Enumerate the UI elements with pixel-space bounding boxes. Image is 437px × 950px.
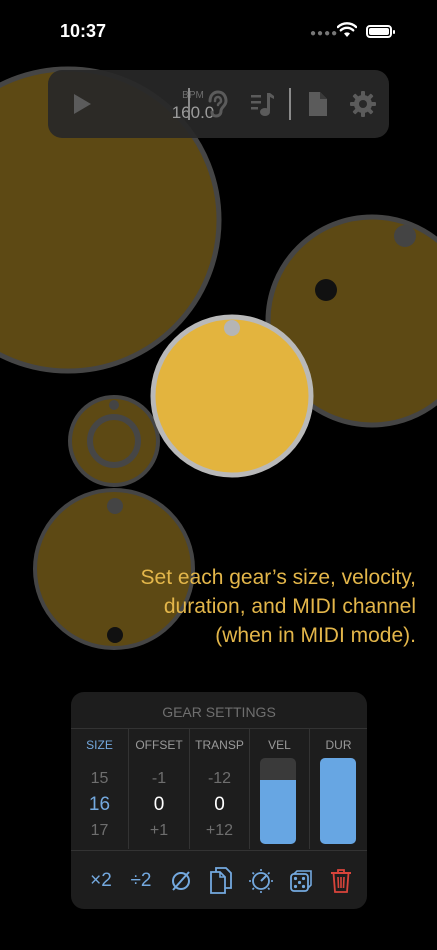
listen-button[interactable]	[199, 70, 235, 138]
hint-line: duration, and MIDI channel	[163, 595, 416, 618]
offset-current[interactable]: 0	[129, 792, 189, 818]
offset-label: OFFSET	[135, 738, 183, 752]
play-button[interactable]	[64, 70, 100, 138]
halve-size-button[interactable]: ÷2	[121, 851, 161, 909]
offset-next[interactable]: +1	[129, 818, 189, 844]
toolbar-divider	[289, 88, 291, 120]
gear-peg	[315, 279, 337, 301]
offset-picker[interactable]: -1 0 +1	[129, 766, 189, 844]
offset-column[interactable]: OFFSET -1 0 +1	[129, 729, 190, 849]
delete-gear-button[interactable]	[321, 851, 361, 909]
gear-peg	[107, 498, 123, 514]
trash-icon	[331, 868, 351, 893]
gear-peg	[224, 320, 240, 336]
size-current[interactable]: 16	[71, 792, 128, 818]
transp-current[interactable]: 0	[190, 792, 249, 818]
gear-peg	[109, 400, 119, 410]
transport-toolbar: BPM 160.0	[48, 70, 389, 138]
size-prev[interactable]: 15	[71, 766, 128, 792]
gear-small-ring[interactable]	[68, 395, 160, 487]
file-button[interactable]	[300, 70, 336, 138]
hint-line: (when in MIDI mode).	[215, 624, 416, 647]
gear-settings-panel: GEAR SETTINGS SIZE 15 16 17 OFFSET -1 0 …	[71, 692, 367, 909]
size-label: SIZE	[86, 738, 113, 752]
gear-actions-bar: ×2 ÷2	[71, 850, 367, 909]
gear-icon	[350, 91, 376, 117]
music-note-icon	[251, 93, 274, 116]
velocity-fill	[260, 779, 296, 844]
transp-label: TRANSP	[195, 738, 244, 752]
size-picker[interactable]: 15 16 17	[71, 766, 128, 844]
ear-icon	[208, 90, 228, 118]
transp-prev[interactable]: -12	[190, 766, 249, 792]
empty-set-icon	[172, 870, 190, 891]
dice-button[interactable]	[281, 851, 321, 909]
dur-label: DUR	[325, 738, 352, 752]
hint-text: Set each gear’s size, velocity, duration…	[60, 563, 416, 650]
document-icon	[309, 92, 327, 116]
velocity-slider[interactable]	[260, 758, 296, 844]
panel-title: GEAR SETTINGS	[162, 704, 276, 720]
mute-button[interactable]	[161, 851, 201, 909]
hint-line: Set each gear’s size, velocity,	[140, 566, 416, 589]
dice-icon	[290, 869, 312, 892]
gear-peg	[394, 225, 416, 247]
offset-prev[interactable]: -1	[129, 766, 189, 792]
vel-label: VEL	[268, 738, 291, 752]
size-column[interactable]: SIZE 15 16 17	[71, 729, 129, 849]
play-icon	[74, 94, 91, 114]
settings-button[interactable]	[345, 70, 381, 138]
copy-icon	[210, 866, 232, 894]
gear-selected[interactable]	[150, 314, 314, 478]
transp-column[interactable]: TRANSP -12 0 +12	[190, 729, 250, 849]
transp-picker[interactable]: -12 0 +12	[190, 766, 249, 844]
transp-next[interactable]: +12	[190, 818, 249, 844]
duration-fill	[320, 758, 356, 844]
notes-button[interactable]	[244, 70, 280, 138]
double-size-button[interactable]: ×2	[81, 851, 121, 909]
toolbar-divider	[188, 88, 190, 120]
size-next[interactable]: 17	[71, 818, 128, 844]
randomize-button[interactable]	[241, 851, 281, 909]
randomize-dial-icon	[249, 868, 273, 893]
duplicate-button[interactable]	[201, 851, 241, 909]
duration-slider[interactable]	[320, 758, 356, 844]
